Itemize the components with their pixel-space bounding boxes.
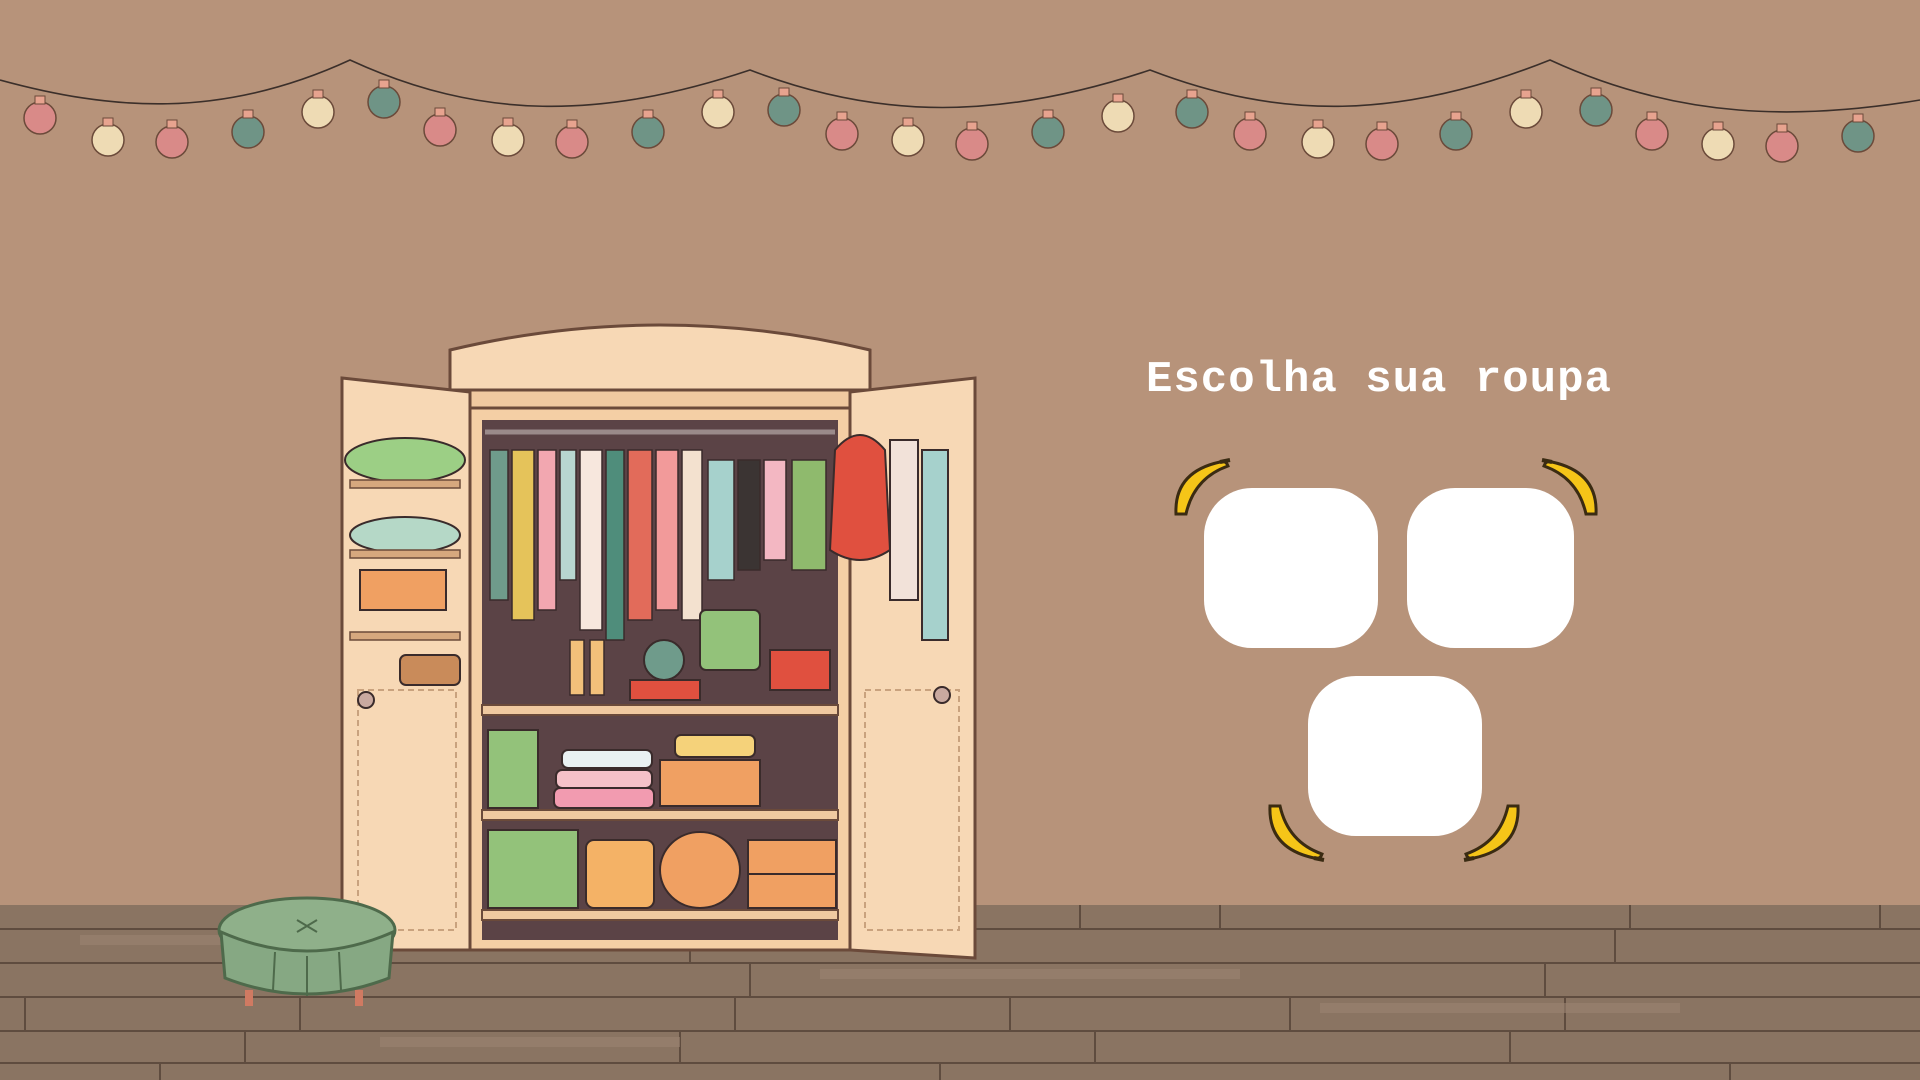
- light-bulb-cap: [966, 121, 978, 131]
- light-bulb: [1365, 127, 1399, 161]
- light-bulb: [555, 125, 589, 159]
- light-bulb-cap: [642, 109, 654, 119]
- light-bulb: [301, 95, 335, 129]
- light-bulb: [1509, 95, 1543, 129]
- light-bulb-cap: [1244, 111, 1256, 121]
- light-bulb-cap: [1852, 113, 1864, 123]
- light-bulb-cap: [712, 89, 724, 99]
- light-bulb: [701, 95, 735, 129]
- light-bulb: [1175, 95, 1209, 129]
- light-bulb-cap: [1776, 123, 1788, 133]
- banana-icon: [1174, 458, 1231, 516]
- light-bulb-cap: [1520, 89, 1532, 99]
- wardrobe-illustration[interactable]: [330, 310, 1010, 970]
- light-bulb-cap: [836, 111, 848, 121]
- light-bulb-cap: [902, 117, 914, 127]
- light-bulb: [1101, 99, 1135, 133]
- light-bulb: [1765, 129, 1799, 163]
- light-bulb-cap: [312, 89, 324, 99]
- ottoman-illustration: [217, 896, 397, 1006]
- light-bulb-cap: [1112, 93, 1124, 103]
- light-bulb: [23, 101, 57, 135]
- light-bulb: [631, 115, 665, 149]
- light-bulb: [1579, 93, 1613, 127]
- light-bulb: [367, 85, 401, 119]
- light-bulb: [1635, 117, 1669, 151]
- light-bulb: [1841, 119, 1875, 153]
- light-bulb-cap: [502, 117, 514, 127]
- light-bulb-cap: [778, 87, 790, 97]
- light-bulb: [1301, 125, 1335, 159]
- light-bulb-cap: [1450, 111, 1462, 121]
- light-bulb-cap: [1312, 119, 1324, 129]
- light-bulb-cap: [378, 79, 390, 89]
- light-bulb-cap: [242, 109, 254, 119]
- light-bulb: [423, 113, 457, 147]
- banana-icon: [1268, 804, 1325, 862]
- light-bulb: [955, 127, 989, 161]
- game-scene: Escolha sua roupa: [0, 0, 1920, 1080]
- light-bulb: [1233, 117, 1267, 151]
- light-bulb-cap: [166, 119, 178, 129]
- light-bulb: [155, 125, 189, 159]
- light-bulb-cap: [1186, 89, 1198, 99]
- light-bulb-cap: [34, 95, 46, 105]
- light-bulb-cap: [1042, 109, 1054, 119]
- light-bulb-cap: [566, 119, 578, 129]
- light-bulb-cap: [102, 117, 114, 127]
- light-bulb-cap: [1646, 111, 1658, 121]
- light-bulb: [767, 93, 801, 127]
- light-bulb-cap: [1376, 121, 1388, 131]
- light-bulb-cap: [1590, 87, 1602, 97]
- light-bulb: [91, 123, 125, 157]
- light-bulb: [891, 123, 925, 157]
- string-lights: [0, 59, 1920, 163]
- light-bulb: [1031, 115, 1065, 149]
- light-bulb: [231, 115, 265, 149]
- banana-icon: [1541, 458, 1598, 516]
- banana-icon: [1463, 804, 1520, 862]
- light-bulb: [1701, 127, 1735, 161]
- light-bulb: [1439, 117, 1473, 151]
- light-bulb-cap: [434, 107, 446, 117]
- light-bulb: [491, 123, 525, 157]
- light-bulb-cap: [1712, 121, 1724, 131]
- light-bulb: [825, 117, 859, 151]
- page-title: Escolha sua roupa: [1146, 355, 1612, 405]
